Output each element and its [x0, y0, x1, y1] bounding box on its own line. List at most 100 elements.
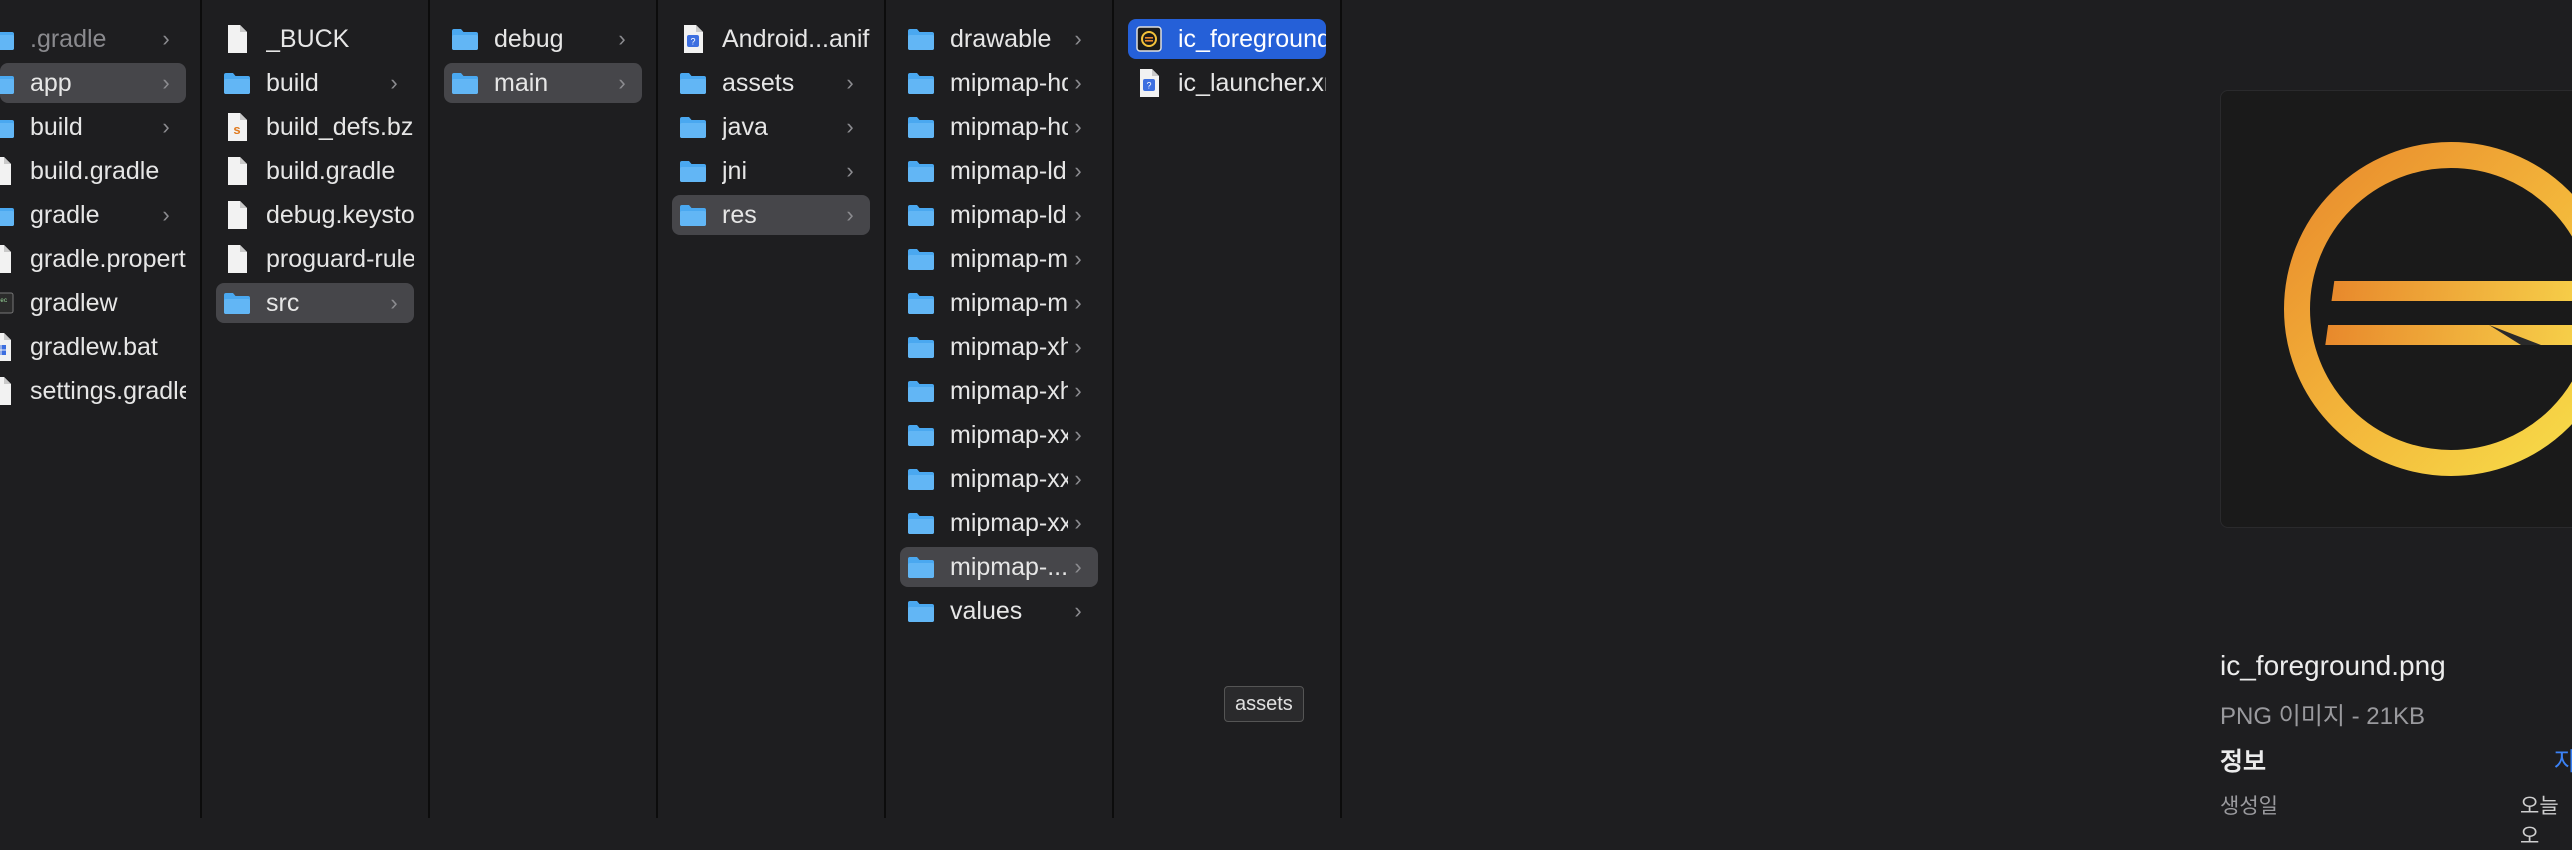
list-item-label: build.gradle [30, 157, 160, 185]
list-item[interactable]: mipmap-xxxhdpi› [900, 503, 1098, 543]
list-item[interactable]: settings.gradle [0, 371, 186, 411]
list-item[interactable]: mipmap-xhdpi› [900, 327, 1098, 367]
list-item-label: drawable [950, 25, 1052, 53]
list-item[interactable]: values › [900, 591, 1098, 631]
windows-bat-icon [0, 332, 16, 362]
list-item[interactable]: _BUCK [216, 19, 414, 59]
finder-column-browser: .gradle › app › build › build.gradle gradle › gra… [0, 0, 2572, 848]
list-item[interactable]: src › [216, 283, 414, 323]
list-item[interactable]: proguard-rules.pro [216, 239, 414, 279]
chevron-right-icon: › [1074, 378, 1082, 403]
folder-icon [906, 508, 936, 538]
list-item[interactable]: debug › [444, 19, 642, 59]
list-item[interactable]: mipmap-ldpi-v26› [900, 195, 1098, 235]
chevron-right-icon: › [846, 158, 854, 183]
list-item-label: src [266, 289, 300, 317]
document-icon [0, 376, 16, 406]
list-item[interactable]: mipmap-xhdpi-v26› [900, 371, 1098, 411]
list-item[interactable]: main › [444, 63, 642, 103]
list-item-label: .gradle [30, 25, 107, 53]
list-item-label: build [266, 69, 319, 97]
list-item-label: mipmap-hdpi-v26 [950, 113, 1068, 141]
chevron-right-icon: › [162, 70, 170, 95]
list-item[interactable]: jni › [672, 151, 870, 191]
svg-text:exec: exec [0, 297, 8, 304]
list-item[interactable]: mipmap-mdpi› [900, 239, 1098, 279]
folder-icon [678, 200, 708, 230]
svg-text:s: s [233, 122, 240, 137]
column-main[interactable]: ?Android...anifest.xmlassets›java›jni›re… [658, 0, 886, 818]
preview-created-label: 생성일 [2220, 795, 2278, 818]
list-item[interactable]: gradle.properties [0, 239, 186, 279]
list-item[interactable]: gradle › [0, 195, 186, 235]
list-item[interactable]: drawable › [900, 19, 1098, 59]
list-item[interactable]: mipmap-ldpi› [900, 151, 1098, 191]
list-item[interactable]: build.gradle [0, 151, 186, 191]
svg-text:?: ? [1146, 81, 1151, 91]
chevron-right-icon: › [1074, 290, 1082, 315]
list-item-label: mipmap-xhdpi-v26 [950, 377, 1068, 405]
folder-icon [0, 24, 16, 54]
list-item[interactable]: build.gradle [216, 151, 414, 191]
list-item-label: jni [722, 157, 748, 185]
chevron-right-icon: › [1074, 202, 1082, 227]
folder-icon [906, 596, 936, 626]
folder-icon [0, 68, 16, 98]
preview-info-more-link[interactable]: 자 [2554, 742, 2572, 778]
column-res[interactable]: drawable›mipmap-hdpi›mipmap-hdpi-v26›mip… [886, 0, 1114, 818]
preview-info-heading: 정보 [2220, 748, 2267, 776]
list-item-label: app [30, 69, 72, 97]
document-icon [222, 24, 252, 54]
list-item[interactable]: ? ic_launcher.xml [1128, 63, 1326, 103]
folder-icon [906, 332, 936, 362]
list-item[interactable]: debug.keystore [216, 195, 414, 235]
column-project-root[interactable]: .gradle › app › build › build.gradle gradle › gra… [0, 0, 202, 818]
folder-icon [906, 420, 936, 450]
list-item[interactable]: mipmap-hdpi› [900, 63, 1098, 103]
preview-file-kind: PNG 이미지 - 21KB [2220, 703, 2425, 730]
list-item[interactable]: java › [672, 107, 870, 147]
chevron-right-icon: › [846, 114, 854, 139]
list-item[interactable]: mipmap-xxhdpi-v26› [900, 459, 1098, 499]
folder-icon [906, 200, 936, 230]
list-item-label: mipmap-hdpi [950, 69, 1068, 97]
list-item[interactable]: ic_foreground.png [1128, 19, 1326, 59]
folder-icon [678, 156, 708, 186]
folder-icon [0, 112, 16, 142]
folder-icon [906, 464, 936, 494]
list-item[interactable]: ? Android...anifest.xml [672, 19, 870, 59]
folder-icon [906, 244, 936, 274]
list-item[interactable]: mipmap-xxhdpi› [900, 415, 1098, 455]
list-item[interactable]: res › [672, 195, 870, 235]
list-item[interactable]: app › [0, 63, 186, 103]
chevron-right-icon: › [846, 202, 854, 227]
list-item[interactable]: mipmap-...hdpi-v26› [900, 547, 1098, 587]
xml-file-icon: ? [678, 24, 708, 54]
column-src[interactable]: debug › main › [430, 0, 658, 818]
chevron-right-icon: › [390, 290, 398, 315]
list-item[interactable]: exec gradlew [0, 283, 186, 323]
document-icon [0, 156, 16, 186]
chevron-right-icon: › [846, 70, 854, 95]
list-item[interactable]: assets › [672, 63, 870, 103]
list-item-label: gradlew.bat [30, 333, 158, 361]
list-item[interactable]: build › [0, 107, 186, 147]
column-app[interactable]: _BUCKbuild › s build_defs.bzl build.gradle de… [202, 0, 430, 818]
list-item[interactable]: .gradle › [0, 19, 186, 59]
list-item[interactable]: gradlew.bat [0, 327, 186, 367]
list-item-label: main [494, 69, 549, 97]
folder-icon [906, 376, 936, 406]
list-item-label: Android...anifest.xml [722, 25, 870, 53]
list-item[interactable]: build › [216, 63, 414, 103]
list-item-label: gradle [30, 201, 100, 229]
folder-icon [0, 200, 16, 230]
folder-icon [450, 68, 480, 98]
xml-file-icon: ? [1134, 68, 1164, 98]
list-item[interactable]: s build_defs.bzl [216, 107, 414, 147]
list-item[interactable]: mipmap-hdpi-v26› [900, 107, 1098, 147]
list-item[interactable]: mipmap-mdpi-v26› [900, 283, 1098, 323]
chevron-right-icon: › [1074, 246, 1082, 271]
document-icon [222, 244, 252, 274]
chevron-right-icon: › [390, 70, 398, 95]
chevron-right-icon: › [618, 70, 626, 95]
